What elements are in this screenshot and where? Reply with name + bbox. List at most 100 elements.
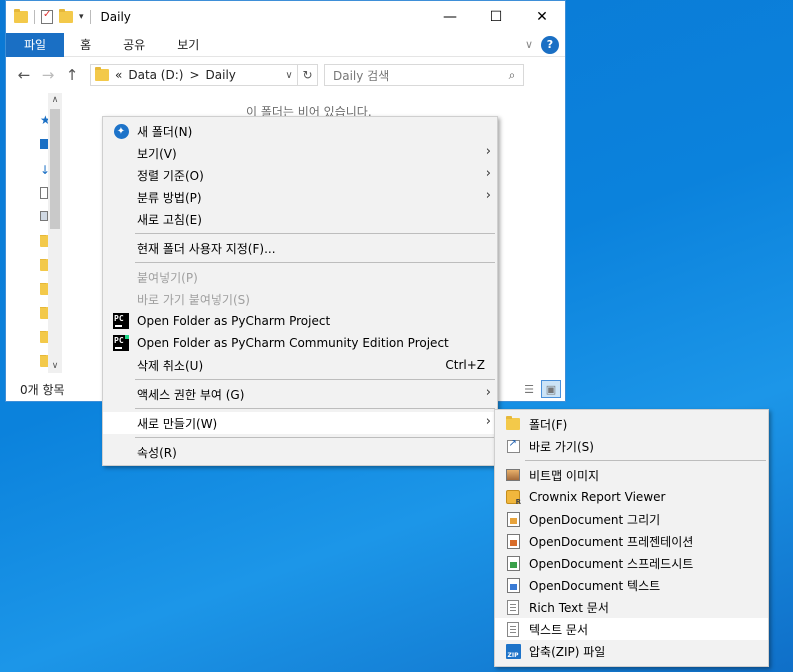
folder-icon[interactable] [40, 235, 48, 247]
submenu-item-text-document[interactable]: 텍스트 문서 [495, 618, 768, 640]
back-button[interactable]: ← [12, 66, 36, 84]
maximize-button[interactable]: ☐ [473, 1, 519, 33]
shortcut-label: Ctrl+Z [445, 358, 485, 372]
scroll-up-icon[interactable]: ∧ [48, 95, 62, 105]
submenu-item-bitmap[interactable]: 비트맵 이미지 [495, 464, 768, 486]
menu-item-label: 새로 고침(E) [137, 212, 202, 227]
submenu-item-label: Crownix Report Viewer [529, 490, 666, 504]
folder-icon [14, 9, 28, 23]
tab-share[interactable]: 공유 [107, 33, 161, 57]
menu-item-paste-shortcut[interactable]: 바로 가기 붙여넣기(S) [103, 288, 497, 310]
breadcrumb-drive[interactable]: Data (D:) [128, 68, 183, 82]
minimize-button[interactable]: — [427, 1, 473, 33]
submenu-item-shortcut[interactable]: 바로 가기(S) [495, 435, 768, 457]
submenu-item-rtf[interactable]: Rich Text 문서 [495, 596, 768, 618]
chevron-right-icon: › [485, 166, 491, 181]
menu-item-label: 새로 만들기(W) [137, 416, 218, 431]
menu-item-new-folder[interactable]: ✦ 새 폴더(N) [103, 120, 497, 142]
submenu-item-odp[interactable]: OpenDocument 프레젠테이션 [495, 530, 768, 552]
customize-qat-icon[interactable]: ▾ [79, 12, 84, 22]
folder-icon[interactable] [40, 259, 48, 271]
menu-item-properties[interactable]: 속성(R) [103, 441, 497, 463]
breadcrumb-folder[interactable]: Daily [206, 68, 236, 82]
menu-item-give-access[interactable]: 액세스 권한 부여 (G) › [103, 383, 497, 405]
tab-file[interactable]: 파일 [6, 32, 65, 57]
submenu-item-odg[interactable]: OpenDocument 그리기 [495, 508, 768, 530]
breadcrumb-separator[interactable]: > [189, 68, 199, 82]
zip-icon: ZIP [505, 643, 521, 659]
folder-icon[interactable] [40, 307, 48, 319]
address-bar[interactable]: « Data (D:) > Daily ∨ [90, 64, 298, 86]
scroll-thumb[interactable] [50, 109, 60, 229]
new-folder-qat-icon[interactable] [59, 9, 73, 23]
folder-icon[interactable] [40, 331, 48, 343]
up-button[interactable]: ↑ [60, 66, 84, 84]
menu-item-open-pycharm-ce[interactable]: PC Open Folder as PyCharm Community Edit… [103, 332, 497, 354]
address-dropdown-icon[interactable]: ∨ [281, 70, 297, 81]
tab-home[interactable]: 홈 [64, 33, 107, 57]
chevron-right-icon: › [485, 414, 491, 429]
submenu-item-folder[interactable]: 폴더(F) [495, 413, 768, 435]
menu-item-paste[interactable]: 붙여넣기(P) [103, 266, 497, 288]
forward-button[interactable]: → [36, 66, 60, 84]
submenu-item-label: 텍스트 문서 [529, 622, 589, 637]
quick-access-toolbar: ▾ [6, 9, 91, 24]
chevron-right-icon: › [485, 188, 491, 203]
menu-item-label: 현재 폴더 사용자 지정(F)... [137, 241, 276, 256]
search-box[interactable]: Daily 검색 ⌕ [324, 64, 524, 86]
tab-view[interactable]: 보기 [161, 33, 215, 57]
submenu-item-odt[interactable]: OpenDocument 텍스트 [495, 574, 768, 596]
quick-access-icon[interactable]: ★ [40, 113, 48, 125]
menu-item-label: 바로 가기 붙여넣기(S) [137, 292, 250, 307]
submenu-item-zip[interactable]: ZIP 압축(ZIP) 파일 [495, 640, 768, 662]
details-view-icon[interactable]: ☰ [519, 380, 539, 398]
menu-item-open-pycharm[interactable]: PC Open Folder as PyCharm Project [103, 310, 497, 332]
menu-item-undo-delete[interactable]: 삭제 취소(U) Ctrl+Z [103, 354, 497, 376]
submenu-item-label: 바로 가기(S) [529, 439, 594, 454]
downloads-icon[interactable]: ↓ [40, 163, 48, 175]
breadcrumb-overflow[interactable]: « [115, 68, 122, 82]
menu-item-label: Open Folder as PyCharm Community Edition… [137, 336, 449, 350]
title-bar: ▾ Daily — ☐ ✕ [6, 1, 565, 33]
crownix-icon [506, 490, 521, 506]
menu-item-label: 액세스 권한 부여 (G) [137, 387, 245, 402]
menu-item-view[interactable]: 보기(V) › [103, 142, 497, 164]
expand-ribbon-icon[interactable]: ∨ [525, 38, 533, 51]
menu-divider [135, 379, 495, 380]
folder-icon[interactable] [40, 355, 48, 367]
scroll-down-icon[interactable]: ∨ [48, 361, 62, 371]
documents-icon[interactable] [40, 187, 48, 199]
menu-item-refresh[interactable]: 새로 고침(E) [103, 208, 497, 230]
shortcut-icon [506, 438, 520, 453]
menu-item-new[interactable]: 새로 만들기(W) › [103, 412, 497, 434]
text-document-icon [507, 621, 519, 637]
pictures-icon[interactable] [40, 211, 48, 223]
large-icons-view-icon[interactable]: ▣ [541, 380, 561, 398]
menu-item-customize-folder[interactable]: 현재 폴더 사용자 지정(F)... [103, 237, 497, 259]
menu-item-sort-by[interactable]: 정렬 기준(O) › [103, 164, 497, 186]
folder-icon [506, 416, 520, 430]
menu-item-label: 새 폴더(N) [137, 124, 193, 139]
nav-pane-scrollbar[interactable]: ∧ ∨ [48, 93, 62, 373]
close-button[interactable]: ✕ [519, 1, 565, 33]
pycharm-icon: PC [113, 313, 129, 329]
folder-icon[interactable] [40, 283, 48, 295]
refresh-button[interactable]: ↻ [298, 64, 318, 86]
odp-icon [506, 533, 520, 549]
desktop-icon[interactable] [40, 139, 48, 151]
navigation-bar: ← → ↑ « Data (D:) > Daily ∨ ↻ Daily 검색 ⌕ [6, 57, 565, 93]
window-title: Daily [100, 10, 131, 24]
submenu-item-crownix[interactable]: Crownix Report Viewer [495, 486, 768, 508]
help-icon[interactable]: ? [541, 35, 559, 54]
menu-divider [135, 408, 495, 409]
menu-divider [135, 262, 495, 263]
menu-divider [525, 460, 766, 461]
menu-item-label: 속성(R) [137, 445, 177, 460]
chevron-right-icon: › [485, 385, 491, 400]
properties-icon[interactable] [41, 9, 53, 24]
submenu-item-ods[interactable]: OpenDocument 스프레드시트 [495, 552, 768, 574]
odg-icon [506, 511, 520, 527]
menu-item-group-by[interactable]: 분류 방법(P) › [103, 186, 497, 208]
menu-item-label: Open Folder as PyCharm Project [137, 314, 331, 328]
toolbar-divider [34, 10, 35, 24]
